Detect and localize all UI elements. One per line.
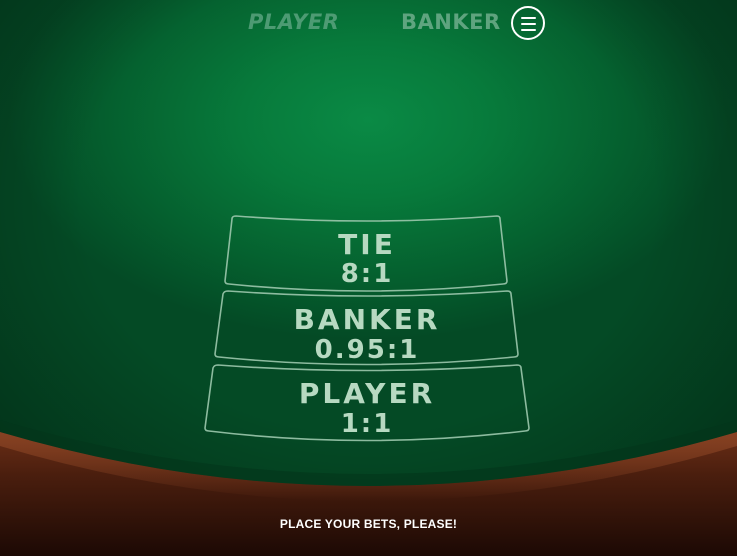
tie-bet-label[interactable]: TIE (267, 231, 467, 259)
menu-line (521, 17, 536, 19)
banker-bet-odds[interactable]: 0.95:1 (267, 337, 467, 363)
menu-line (521, 23, 536, 25)
banker-bet-label[interactable]: BANKER (267, 306, 467, 334)
player-bet-label[interactable]: PLAYER (267, 380, 467, 408)
baccarat-table: PLAYER BANKER TIE 8:1 BANKER 0.95:1 PLAY… (0, 0, 737, 556)
menu-line (521, 29, 536, 31)
player-bet-odds[interactable]: 1:1 (267, 411, 467, 437)
tie-bet-odds[interactable]: 8:1 (267, 261, 467, 287)
player-score-label: PLAYER (248, 10, 340, 34)
banker-score-label: BANKER (401, 10, 501, 34)
status-message: PLACE YOUR BETS, PLEASE! (279, 517, 458, 531)
hamburger-menu-icon[interactable] (511, 6, 545, 40)
